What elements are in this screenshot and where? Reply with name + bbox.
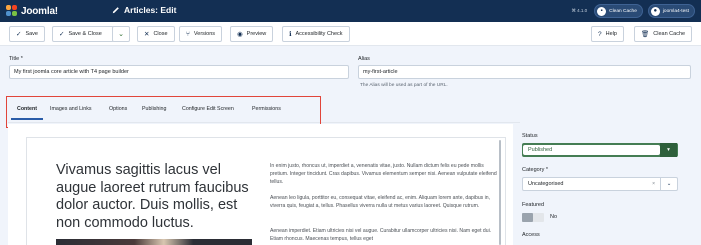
close-button[interactable]: ✕ Close	[137, 26, 175, 42]
clear-icon[interactable]: ×	[652, 181, 655, 187]
question-icon: ?	[598, 30, 602, 38]
joomla-logo[interactable]: Joomla!	[6, 3, 58, 19]
info-icon: ℹ	[289, 31, 292, 38]
editor-paragraph: In enim justo, rhoncus ut, imperdiet a, …	[270, 163, 497, 185]
status-select-value: Published	[523, 145, 660, 155]
title-label: Title *	[9, 56, 23, 62]
pencil-icon	[112, 6, 120, 14]
chevron-down-icon: ▾	[660, 143, 677, 157]
trash-icon: 🗑	[641, 31, 650, 38]
save-close-button[interactable]: ✓ Save & Close	[52, 26, 114, 42]
admin-header: Joomla! Articles: Edit ⌘ 4.1.0 ▪ Clean C…	[0, 0, 701, 22]
help-button[interactable]: ? Help	[591, 26, 624, 42]
chevron-down-icon: ⌄	[118, 31, 124, 38]
header-actions: ⌘ 4.1.0 ▪ Clean Cache ● joomla4-test	[571, 3, 695, 19]
editor-paragraph: Aenean leo ligula, porttitor eu, consequ…	[270, 195, 491, 209]
editor-scrollbar[interactable]	[499, 140, 501, 245]
toolbar: ✓ Save ✓ Save & Close ⌄ ✕ Close ⑂ Versio…	[0, 22, 701, 46]
editor-paragraph: Aenean imperdiet. Etiam ultricies nisi v…	[270, 228, 492, 242]
code-branch-icon: ⑂	[186, 30, 190, 38]
user-menu-button[interactable]: ● joomla4-test	[647, 4, 695, 18]
save-button[interactable]: ✓ Save	[9, 26, 45, 42]
check-icon: ✓	[16, 31, 22, 38]
featured-label: Featured	[522, 202, 545, 208]
toggle-knob	[522, 213, 533, 222]
accessibility-check-button[interactable]: ℹ Accessibility Check	[282, 26, 350, 42]
header-clean-cache-button[interactable]: ▪ Clean Cache	[594, 4, 643, 18]
editor-heading: Vivamus sagittis lacus vel augue laoreet…	[56, 162, 249, 231]
alias-hint: The Alias will be used as part of the UR…	[360, 83, 448, 88]
eye-icon: ◉	[237, 31, 243, 38]
brand-name: Joomla!	[21, 5, 58, 17]
chevron-down-icon: ⌄	[660, 177, 677, 191]
trash-icon: ▪	[597, 6, 607, 16]
clean-cache-button[interactable]: 🗑 Clean Cache	[634, 26, 693, 42]
joomla-version-icon: ⌘	[571, 8, 576, 13]
joomla-logo-icon	[6, 5, 18, 17]
user-icon: ●	[650, 6, 660, 16]
page-title: Articles: Edit	[112, 5, 176, 15]
page-title-text: Articles: Edit	[124, 5, 177, 15]
featured-toggle[interactable]	[522, 213, 544, 222]
check-icon: ✓	[59, 31, 65, 38]
access-label: Access	[522, 232, 540, 238]
title-input[interactable]: My first joomla core article with T4 pag…	[9, 65, 349, 79]
versions-button[interactable]: ⑂ Versions	[179, 26, 223, 42]
editor-image	[56, 239, 252, 245]
alias-input[interactable]: my-first-article	[358, 65, 691, 79]
alias-label: Alias	[358, 56, 370, 62]
status-label: Status	[522, 133, 538, 139]
preview-button[interactable]: ◉ Preview	[230, 26, 274, 42]
joomla-version: ⌘ 4.1.0	[571, 8, 588, 13]
save-dropdown-toggle[interactable]: ⌄	[112, 26, 130, 42]
category-label: Category *	[522, 167, 548, 173]
category-select[interactable]: Uncategorised × ⌄	[522, 177, 678, 191]
close-icon: ✕	[144, 31, 150, 38]
featured-value: No	[550, 214, 558, 220]
